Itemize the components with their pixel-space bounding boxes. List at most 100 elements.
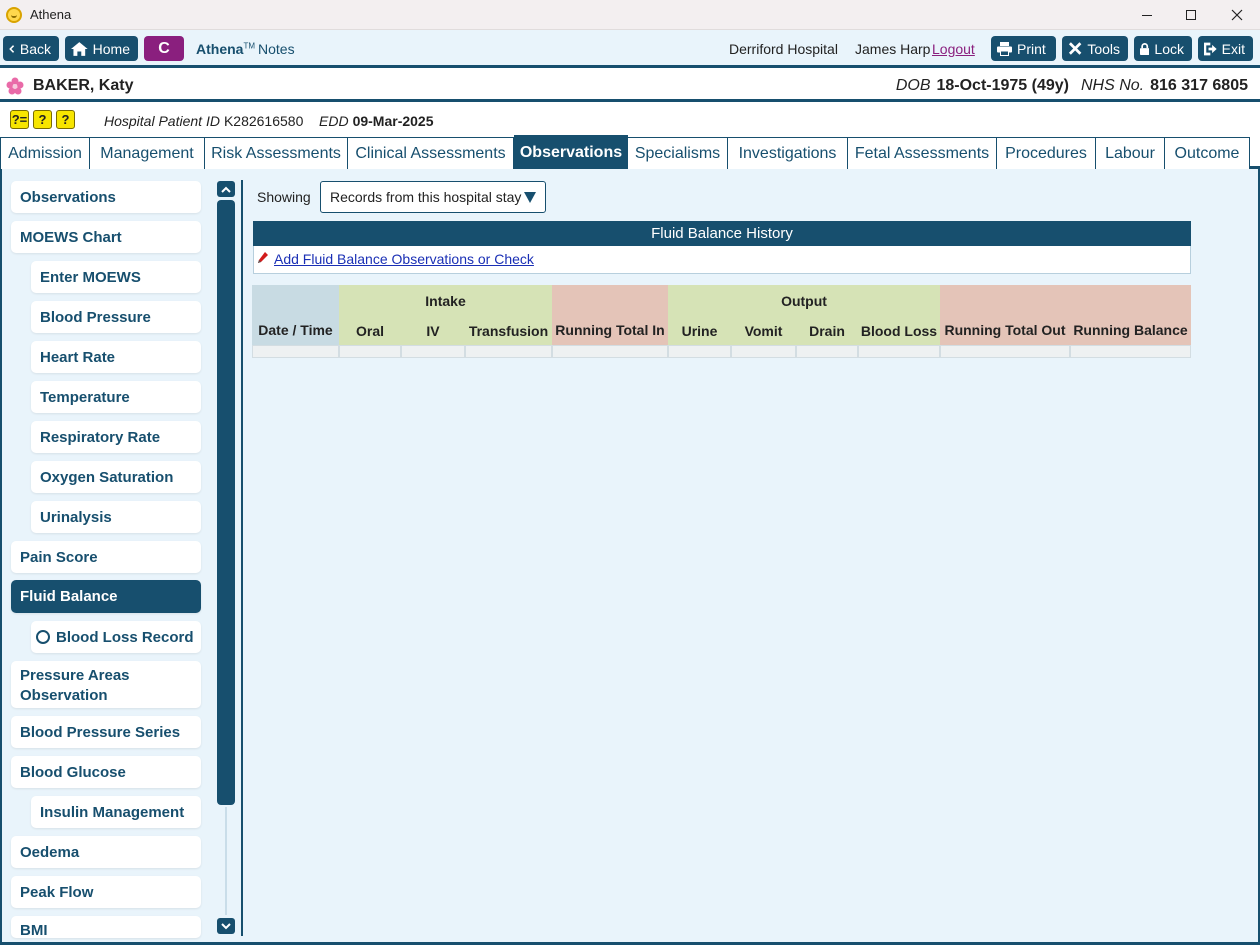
exit-icon: [1204, 42, 1217, 55]
sidebar-item-oxygen-saturation[interactable]: Oxygen Saturation: [31, 461, 201, 493]
tools-button[interactable]: Tools: [1062, 36, 1128, 61]
col-header-iv: IV: [401, 316, 465, 345]
chevron-up-icon: [221, 186, 231, 193]
tab-specialisms[interactable]: Specialisms: [627, 137, 728, 169]
records-filter-select[interactable]: Records from this hospital stay: [320, 181, 546, 213]
table-empty-cell: [552, 345, 668, 358]
sidebar-item-bmi[interactable]: BMI: [11, 916, 201, 938]
print-label: Print: [1017, 40, 1046, 57]
tab-clinical-assessments[interactable]: Clinical Assessments: [347, 137, 514, 169]
sidebar-item-enter-moews[interactable]: Enter MOEWS: [31, 261, 201, 293]
lock-label: Lock: [1154, 40, 1184, 57]
group-header-intake: Intake: [339, 285, 552, 316]
scroll-thumb[interactable]: [217, 200, 235, 805]
brand-tm: TM: [243, 41, 256, 51]
close-icon: [1231, 9, 1243, 21]
col-header-oral: Oral: [339, 316, 401, 345]
minimize-icon: [1142, 14, 1152, 16]
patient-demographics: DOB 18-Oct-1975 (49y) NHS No. 816 317 6805: [896, 77, 1248, 95]
scroll-up-button[interactable]: [217, 181, 235, 197]
sidebar-item-urinalysis[interactable]: Urinalysis: [31, 501, 201, 533]
alert-badge-3[interactable]: ?: [56, 110, 75, 129]
hpid-value: K282616580: [223, 113, 304, 129]
panel-title: Fluid Balance History: [253, 221, 1191, 246]
maximize-icon: [1186, 10, 1196, 20]
table-empty-cell: [465, 345, 552, 358]
tab-management[interactable]: Management: [89, 137, 205, 169]
c-button[interactable]: C: [144, 36, 184, 61]
table-empty-cell: [252, 345, 339, 358]
alert-badge-2[interactable]: ?: [33, 110, 52, 129]
sidebar-scrollbar[interactable]: [217, 181, 235, 937]
window-title-bar: Athena: [0, 0, 1260, 30]
sidebar-item-observations[interactable]: Observations: [11, 181, 201, 213]
tab-labour[interactable]: Labour: [1095, 137, 1165, 169]
radio-circle-icon: [36, 630, 50, 644]
hospital-patient-id: Hospital Patient ID K282616580: [104, 113, 303, 129]
brand-suffix: Notes: [258, 41, 295, 57]
print-button[interactable]: Print: [991, 36, 1056, 61]
home-icon: [71, 41, 88, 56]
col-header-drain: Drain: [796, 316, 858, 345]
dob-value: 18-Oct-1975 (49y): [936, 77, 1069, 94]
tab-outcome[interactable]: Outcome: [1164, 137, 1250, 169]
sidebar-item-respiratory-rate[interactable]: Respiratory Rate: [31, 421, 201, 453]
sidebar-item-blood-pressure-series[interactable]: Blood Pressure Series: [11, 716, 201, 748]
tab-fetal-assessments[interactable]: Fetal Assessments: [847, 137, 997, 169]
table-empty-cell: [731, 345, 796, 358]
panel-body: Add Fluid Balance Observations or Check: [253, 246, 1191, 274]
sidebar-item-peak-flow[interactable]: Peak Flow: [11, 876, 201, 908]
scroll-down-button[interactable]: [217, 918, 235, 934]
sidebar-item-label: Pressure Areas Observation: [20, 667, 130, 704]
hpid-label: Hospital Patient ID: [104, 113, 220, 129]
exit-button[interactable]: Exit: [1198, 36, 1253, 61]
back-button[interactable]: Back: [3, 36, 59, 61]
tab-procedures[interactable]: Procedures: [996, 137, 1096, 169]
window-title: Athena: [30, 7, 72, 22]
tab-observations[interactable]: Observations: [514, 135, 628, 169]
minimize-button[interactable]: [1124, 0, 1170, 30]
col-header-blood-loss: Blood Loss: [858, 316, 940, 345]
col-header-date-time: Date / Time: [252, 285, 339, 345]
table-empty-cell: [401, 345, 465, 358]
sidebar-item-insulin-management[interactable]: Insulin Management: [31, 796, 201, 828]
sidebar-item-oedema[interactable]: Oedema: [11, 836, 201, 868]
lock-button[interactable]: Lock: [1134, 36, 1192, 61]
nhs-value: 816 317 6805: [1150, 77, 1248, 94]
sidebar-item-fluid-balance[interactable]: Fluid Balance: [11, 580, 201, 613]
logout-link[interactable]: Logout: [932, 41, 975, 57]
col-header-transfusion: Transfusion: [465, 316, 552, 345]
sidebar-item-label: Blood Loss Record: [56, 628, 194, 646]
patient-info-row: ?= ? ? Hospital Patient ID K282616580 EDD…: [0, 105, 1260, 135]
close-window-button[interactable]: [1214, 0, 1260, 30]
panel-divider: [241, 180, 243, 936]
add-fluid-balance-link[interactable]: Add Fluid Balance Observations or Check: [274, 251, 534, 267]
sidebar-item-blood-loss-record[interactable]: Blood Loss Record: [31, 621, 201, 653]
sidebar-item-blood-pressure[interactable]: Blood Pressure: [31, 301, 201, 333]
app-brand: AthenaTM Notes: [196, 41, 295, 57]
flower-icon: [6, 77, 24, 95]
alert-badge-1[interactable]: ?=: [10, 110, 29, 129]
dropdown-arrow-icon: [524, 192, 536, 203]
sidebar-item-pain-score[interactable]: Pain Score: [11, 541, 201, 573]
tab-admission[interactable]: Admission: [0, 137, 90, 169]
maximize-button[interactable]: [1168, 0, 1214, 30]
sidebar-item-blood-glucose[interactable]: Blood Glucose: [11, 756, 201, 788]
sidebar-item-pressure-areas-observation[interactable]: Pressure Areas Observation: [11, 661, 201, 708]
user-name: James Harp: [855, 41, 931, 57]
table-empty-cell: [1070, 345, 1191, 358]
tab-investigations[interactable]: Investigations: [727, 137, 848, 169]
col-header-running-balance: Running Balance: [1070, 285, 1191, 345]
printer-icon: [997, 41, 1012, 56]
showing-label: Showing: [257, 189, 311, 205]
home-button[interactable]: Home: [65, 36, 138, 61]
sidebar-item-moews-chart[interactable]: MOEWS Chart: [11, 221, 201, 253]
scroll-track[interactable]: [225, 807, 227, 915]
sidebar-item-heart-rate[interactable]: Heart Rate: [31, 341, 201, 373]
back-label: Back: [19, 40, 51, 57]
sidebar-item-temperature[interactable]: Temperature: [31, 381, 201, 413]
tab-risk-assessments[interactable]: Risk Assessments: [204, 137, 348, 169]
pencil-icon: [258, 252, 268, 263]
tools-icon: [1068, 42, 1082, 55]
dob-label: DOB: [895, 77, 931, 94]
